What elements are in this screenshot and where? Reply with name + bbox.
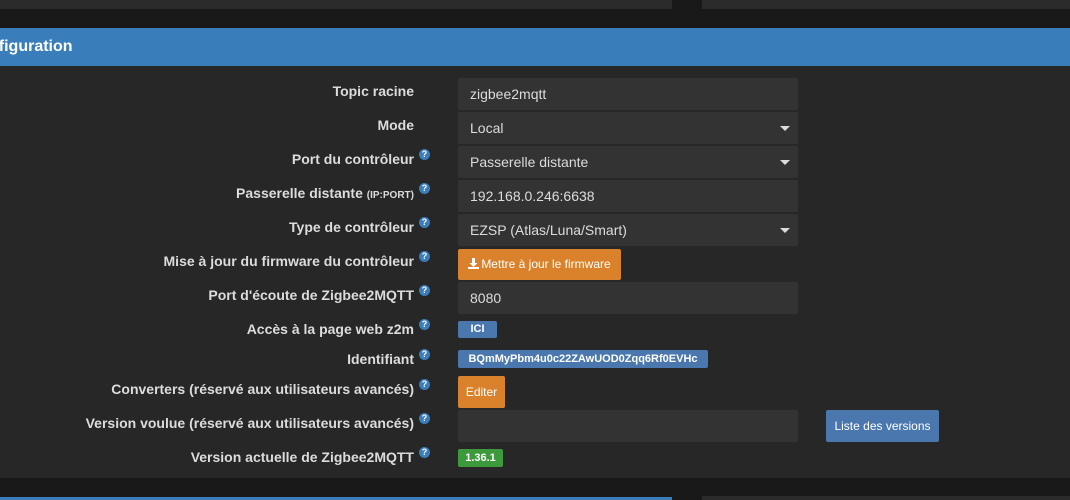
- update-firmware-button[interactable]: Mettre à jour le firmware: [458, 249, 621, 280]
- chevron-down-icon: [780, 228, 790, 233]
- current-version-badge: 1.36.1: [458, 449, 503, 467]
- help-icon[interactable]: ?: [419, 285, 430, 296]
- gateway-label: Passerelle distante (IP:PORT): [236, 185, 414, 201]
- next-card-right: [702, 496, 1070, 500]
- help-icon[interactable]: ?: [419, 319, 430, 330]
- gateway-label-text: Passerelle distante: [236, 185, 363, 201]
- port-select[interactable]: Passerelle distante: [458, 146, 798, 178]
- chevron-down-icon: [780, 126, 790, 131]
- port-label: Port du contrôleur: [291, 151, 414, 167]
- panel-title: nfiguration: [0, 38, 73, 55]
- panel-header: nfiguration: [0, 28, 1070, 66]
- gateway-value: 192.168.0.246:6638: [470, 188, 595, 204]
- bottom-strip: [0, 478, 1070, 500]
- wanted-version-input[interactable]: [458, 410, 798, 442]
- update-firmware-label: Mettre à jour le firmware: [481, 257, 611, 271]
- listen-port-input[interactable]: 8080: [458, 282, 798, 314]
- current-version-label: Version actuelle de Zigbee2MQTT: [190, 449, 414, 465]
- previous-card: [0, 0, 672, 9]
- gateway-label-hint: (IP:PORT): [366, 190, 414, 201]
- help-icon[interactable]: ?: [419, 217, 430, 228]
- type-label: Type de contrôleur: [289, 219, 414, 235]
- help-icon[interactable]: ?: [419, 349, 430, 360]
- help-icon[interactable]: ?: [419, 251, 430, 262]
- version-list-button[interactable]: Liste des versions: [826, 410, 939, 442]
- identifier-label: Identifiant: [347, 351, 414, 367]
- wanted-version-label: Version voulue (réservé aux utilisateurs…: [85, 415, 414, 431]
- download-icon: [468, 258, 480, 269]
- topic-input[interactable]: zigbee2mqtt: [458, 78, 798, 110]
- top-strip: [0, 0, 1070, 28]
- help-icon[interactable]: ?: [419, 379, 430, 390]
- previous-card-right: [702, 0, 1070, 9]
- topic-value: zigbee2mqtt: [470, 86, 547, 102]
- configuration-panel: nfiguration Topic racine zigbee2mqtt Mod…: [0, 28, 1070, 478]
- help-icon[interactable]: ?: [419, 413, 430, 424]
- listen-port-label: Port d'écoute de Zigbee2MQTT: [208, 287, 414, 303]
- chevron-down-icon: [780, 160, 790, 165]
- webpage-link[interactable]: ICI: [458, 321, 497, 338]
- converters-label: Converters (réservé aux utilisateurs ava…: [111, 381, 414, 397]
- firmware-label: Mise à jour du firmware du contrôleur: [163, 253, 414, 269]
- mode-select[interactable]: Local: [458, 112, 798, 144]
- listen-port-value: 8080: [470, 290, 502, 306]
- type-value: EZSP (Atlas/Luna/Smart): [470, 222, 627, 238]
- topic-label: Topic racine: [332, 83, 414, 99]
- mode-label: Mode: [377, 117, 414, 133]
- edit-converters-button[interactable]: Editer: [458, 376, 505, 408]
- port-value: Passerelle distante: [470, 154, 589, 170]
- help-icon[interactable]: ?: [419, 183, 430, 194]
- webpage-label: Accès à la page web z2m: [246, 321, 414, 337]
- identifier-badge: BQmMyPbm4u0c22ZAwUOD0Zqq6Rf0EVHc: [458, 350, 708, 368]
- help-icon[interactable]: ?: [419, 149, 430, 160]
- type-select[interactable]: EZSP (Atlas/Luna/Smart): [458, 214, 798, 246]
- mode-value: Local: [470, 120, 504, 136]
- gateway-input[interactable]: 192.168.0.246:6638: [458, 180, 798, 212]
- help-icon[interactable]: ?: [419, 447, 430, 458]
